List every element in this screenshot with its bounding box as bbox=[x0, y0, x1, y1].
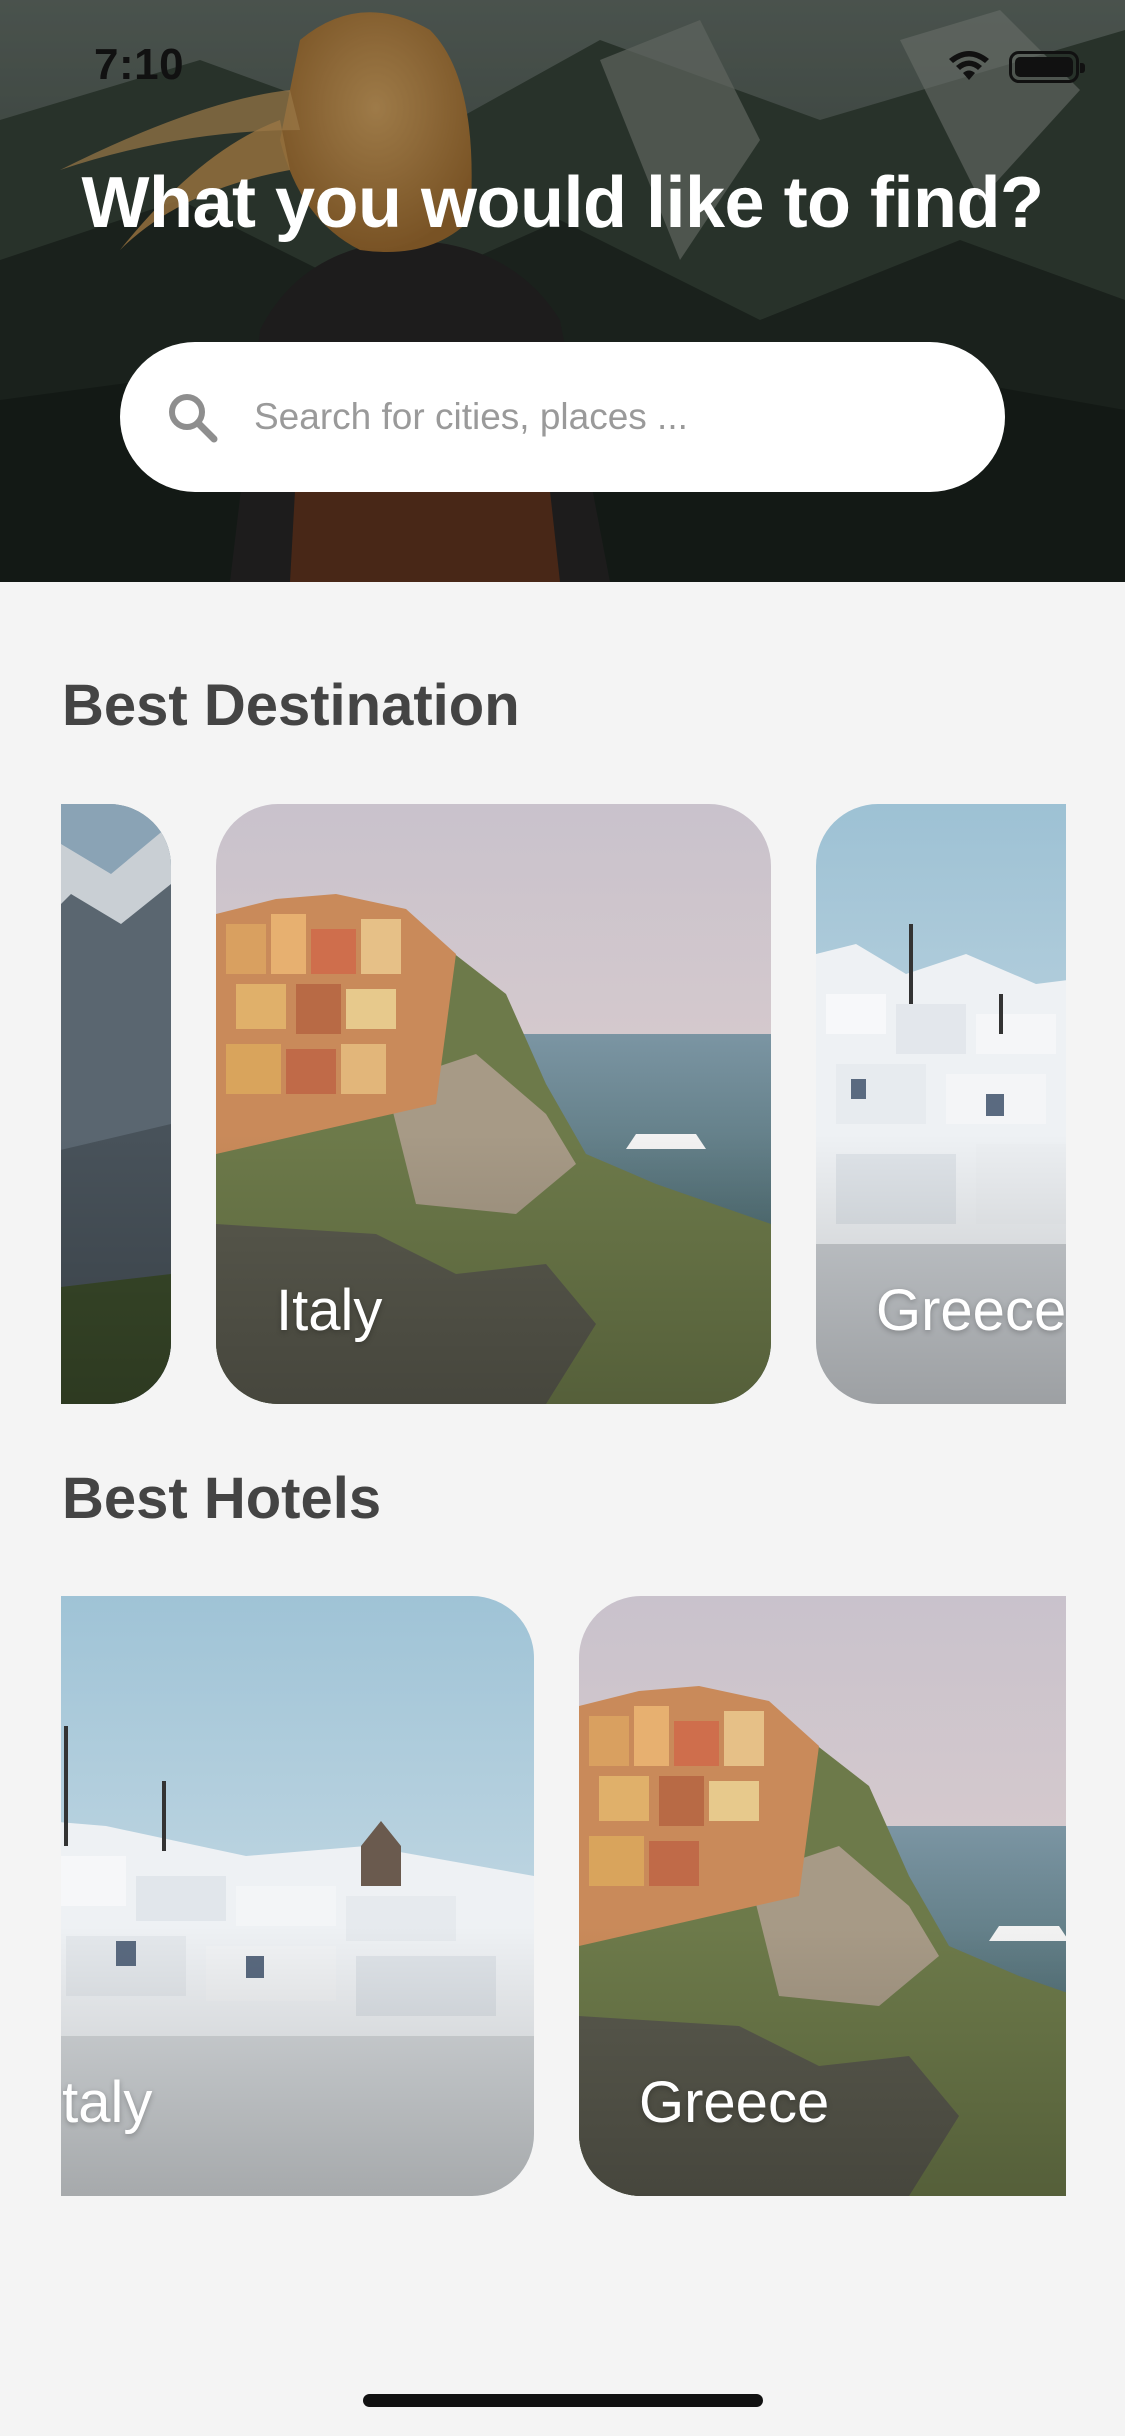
destination-card-label: Italy bbox=[276, 1278, 383, 1343]
card-shade bbox=[61, 804, 171, 1404]
home-indicator[interactable] bbox=[363, 2394, 763, 2407]
hotel-card-label: Italy bbox=[61, 2070, 153, 2135]
search-input[interactable] bbox=[254, 396, 874, 438]
best-destination-carousel[interactable]: Italy Greece bbox=[61, 804, 1066, 1404]
hotel-card-label: Greece bbox=[639, 2070, 830, 2135]
battery-icon bbox=[1009, 51, 1085, 83]
hero-banner: 7:10 What you would like to find? bbox=[0, 0, 1125, 582]
destination-card-italy[interactable]: Italy bbox=[216, 804, 771, 1404]
best-hotels-title: Best Hotels bbox=[62, 1466, 382, 1531]
destination-card-label: Greece bbox=[876, 1278, 1066, 1343]
status-time: 7:10 bbox=[94, 40, 185, 89]
search-bar[interactable] bbox=[120, 342, 1005, 492]
hotel-card[interactable]: Greece bbox=[579, 1596, 1066, 2196]
destination-card[interactable] bbox=[61, 804, 171, 1404]
wifi-icon bbox=[947, 50, 991, 84]
best-destination-title: Best Destination bbox=[62, 673, 520, 738]
status-bar: 7:10 bbox=[0, 0, 1125, 140]
hotel-card[interactable]: Italy bbox=[61, 1596, 534, 2196]
status-icons bbox=[947, 50, 1085, 84]
search-icon bbox=[164, 389, 220, 445]
destination-card-greece[interactable]: Greece bbox=[816, 804, 1066, 1404]
hero-title: What you would like to find? bbox=[81, 163, 1044, 243]
best-hotels-carousel[interactable]: Italy bbox=[61, 1596, 1066, 2196]
